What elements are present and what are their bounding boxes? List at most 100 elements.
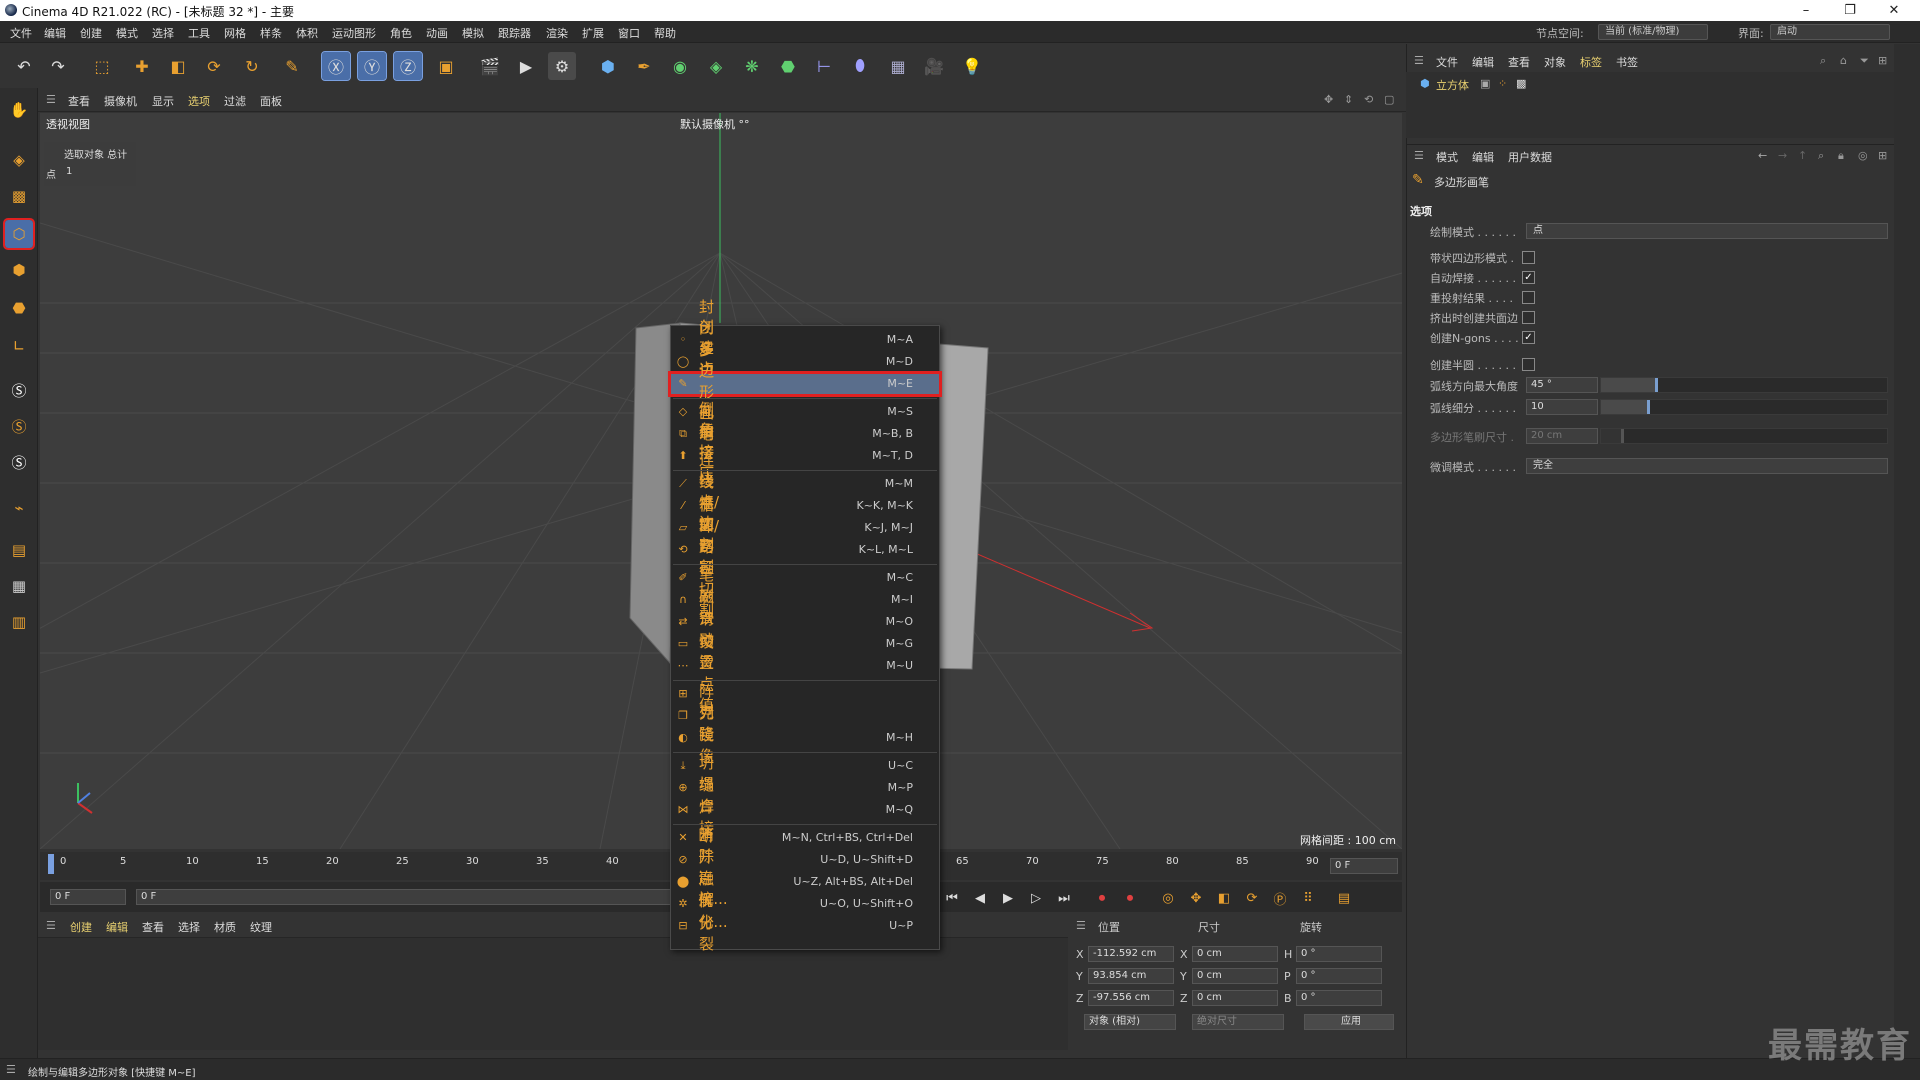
lock-icon[interactable]: 🔒︎ — [1838, 149, 1844, 163]
tweak-mode-dropdown[interactable]: 完全 — [1526, 458, 1888, 474]
polygon-pen-tool-icon[interactable]: ✎ — [278, 52, 306, 80]
create-ngons-checkbox[interactable]: ✓ — [1522, 331, 1535, 344]
subdivision-surface-icon[interactable]: ◉ — [666, 52, 694, 80]
cloner-icon[interactable]: ◈ — [702, 52, 730, 80]
object-search-icon[interactable]: ⌕ — [1820, 54, 1826, 68]
locked-workplane-icon[interactable]: ▥ — [5, 608, 33, 636]
auto-weld-checkbox[interactable]: ✓ — [1522, 271, 1535, 284]
viewport-menu-display[interactable]: 显示 — [152, 93, 174, 109]
context-menu-item[interactable]: ✐ 笔刷 M~C — [671, 566, 939, 605]
timeline-window-icon[interactable]: ▤ — [1332, 886, 1356, 910]
back-arrow-icon[interactable]: ← — [1758, 149, 1767, 162]
x-axis-icon[interactable]: Ⓧ — [321, 51, 351, 81]
y-axis-icon[interactable]: Ⓨ — [357, 51, 387, 81]
material-menu-icon[interactable]: ☰ — [46, 919, 56, 932]
snap-icon[interactable]: Ⓢ — [5, 376, 33, 404]
context-menu-item[interactable]: ⊕ 缝合 M~P — [671, 776, 939, 815]
material-menu-select[interactable]: 选择 — [178, 919, 200, 935]
render-settings-icon[interactable]: ⚙ — [548, 52, 576, 80]
coplanar-edges-checkbox[interactable] — [1522, 311, 1535, 324]
material-area[interactable] — [38, 938, 1068, 1050]
step-back-icon[interactable]: ◀ — [968, 886, 992, 910]
context-menu-item[interactable]: ∩ 磁铁 M~I — [671, 588, 939, 627]
viewport-menu-options[interactable]: 选项 — [188, 93, 210, 109]
material-menu-edit[interactable]: 编辑 — [106, 919, 128, 935]
viewport-move-icon[interactable]: ✥ — [1324, 93, 1333, 106]
context-menu-item[interactable]: ⋈ 焊接 M~Q — [671, 798, 939, 837]
size-mode-select[interactable]: 绝对尺寸 — [1192, 1014, 1284, 1030]
size-y-field[interactable]: 0 cm — [1192, 968, 1278, 984]
object-menu-tags[interactable]: 标签 — [1580, 54, 1602, 70]
object-row-cube[interactable]: ⬢ 立方体 ▣ ⁘ ▩ — [1414, 76, 1884, 92]
menu-edit[interactable]: 编辑 — [44, 25, 66, 41]
magnet-tool-icon[interactable]: ⌁ — [5, 494, 33, 522]
phong-tag-icon[interactable]: ⁘ — [1498, 77, 1507, 90]
minimize-button[interactable]: – — [1786, 1, 1826, 20]
arc-subdivision-slider[interactable] — [1600, 399, 1888, 415]
menu-select[interactable]: 选择 — [152, 25, 174, 41]
menu-simulate[interactable]: 模拟 — [462, 25, 484, 41]
step-forward-icon[interactable]: ▷ — [1024, 886, 1048, 910]
autokey-icon[interactable]: ⏺ — [1118, 886, 1142, 910]
menu-mode[interactable]: 模式 — [116, 25, 138, 41]
attribute-menu-edit[interactable]: 编辑 — [1472, 149, 1494, 165]
context-menu-item[interactable]: ⋯ 设置点值 M~U — [671, 633, 939, 714]
context-menu-item[interactable]: ⊞ 阵列 — [671, 682, 939, 721]
grid-icon[interactable]: ▦ — [5, 572, 33, 600]
size-x-field[interactable]: 0 cm — [1192, 946, 1278, 962]
pen-spline-icon[interactable]: ✒ — [630, 52, 658, 80]
model-mode-icon[interactable]: ◈ — [5, 146, 33, 174]
arc-angle-field[interactable]: 45 ° — [1526, 377, 1598, 393]
attribute-search-icon[interactable]: ⌕ — [1818, 149, 1824, 163]
start-frame-field[interactable]: 0 F — [50, 889, 126, 905]
layer-icon[interactable]: ▣ — [1480, 77, 1490, 90]
texture-tag-icon[interactable]: ▩ — [1516, 77, 1526, 90]
move-icon[interactable]: ✚ — [128, 52, 156, 80]
key-position-icon[interactable]: ✥ — [1184, 886, 1208, 910]
light-icon[interactable]: 💡 — [958, 52, 986, 80]
object-new-window-icon[interactable]: ⊞ — [1878, 54, 1887, 67]
object-menu-bookmarks[interactable]: 书签 — [1616, 54, 1638, 70]
menu-tools[interactable]: 工具 — [188, 25, 210, 41]
viewport-menu-filter[interactable]: 过滤 — [224, 93, 246, 109]
context-menu-item[interactable]: ⬤ 融解 U~Z, Alt+BS, Alt+Del — [671, 870, 939, 909]
viewport-menu-camera[interactable]: 摄像机 — [104, 93, 137, 109]
redo-icon[interactable]: ↷ — [44, 52, 72, 80]
edges-mode-icon[interactable]: ⬢ — [5, 256, 33, 284]
menu-mesh[interactable]: 网格 — [224, 25, 246, 41]
undo-icon[interactable]: ↶ — [10, 52, 38, 80]
menu-animate[interactable]: 动画 — [426, 25, 448, 41]
rotate-icon[interactable]: ⟳ — [200, 52, 228, 80]
goto-end-icon[interactable]: ⏭ — [1052, 886, 1076, 910]
menu-file[interactable]: 文件 — [10, 25, 32, 41]
z-axis-icon[interactable]: Ⓩ — [393, 51, 423, 81]
playhead[interactable] — [48, 854, 54, 874]
axis-mode-icon[interactable]: ∟ — [5, 332, 33, 360]
floor-icon[interactable]: ▦ — [884, 52, 912, 80]
viewport-menu-panel[interactable]: 面板 — [260, 93, 282, 109]
position-x-field[interactable]: -112.592 cm — [1088, 946, 1174, 962]
context-menu-item[interactable]: ⧉ 桥接 M~B, B — [671, 422, 939, 461]
key-rotation-icon[interactable]: ⟳ — [1240, 886, 1264, 910]
menu-spline[interactable]: 样条 — [260, 25, 282, 41]
context-menu-item[interactable]: ⟲ 循环/路径切割 K~L, M~L — [671, 496, 939, 619]
layout-select[interactable]: 启动 — [1770, 24, 1890, 40]
rotation-p-field[interactable]: 0 ° — [1296, 968, 1382, 984]
key-pla-icon[interactable]: ⠿ — [1296, 886, 1320, 910]
menu-window[interactable]: 窗口 — [618, 25, 640, 41]
recent-tools-icon[interactable]: ↻ — [238, 52, 266, 80]
snap-settings-icon[interactable]: Ⓢ — [5, 412, 33, 440]
menu-mograph[interactable]: 运动图形 — [332, 25, 376, 41]
points-mode-icon[interactable]: ⬡ — [3, 218, 35, 250]
live-select-icon[interactable]: ⬚ — [88, 52, 116, 80]
viewport-menu-icon[interactable]: ☰ — [46, 93, 56, 106]
arc-subdivision-field[interactable]: 10 — [1526, 399, 1598, 415]
context-menu-item[interactable]: ✲ 优化... U~O, U~Shift+O — [671, 892, 939, 931]
quad-strip-checkbox[interactable] — [1522, 251, 1535, 264]
object-menu-icon[interactable]: ☰ — [1414, 54, 1424, 67]
texture-mode-icon[interactable]: ▩ — [5, 182, 33, 210]
attribute-menu-userdata[interactable]: 用户数据 — [1508, 149, 1552, 165]
cube-icon[interactable]: ⬢ — [594, 52, 622, 80]
menu-help[interactable]: 帮助 — [654, 25, 676, 41]
viewport-dolly-icon[interactable]: ⇕ — [1344, 93, 1353, 106]
